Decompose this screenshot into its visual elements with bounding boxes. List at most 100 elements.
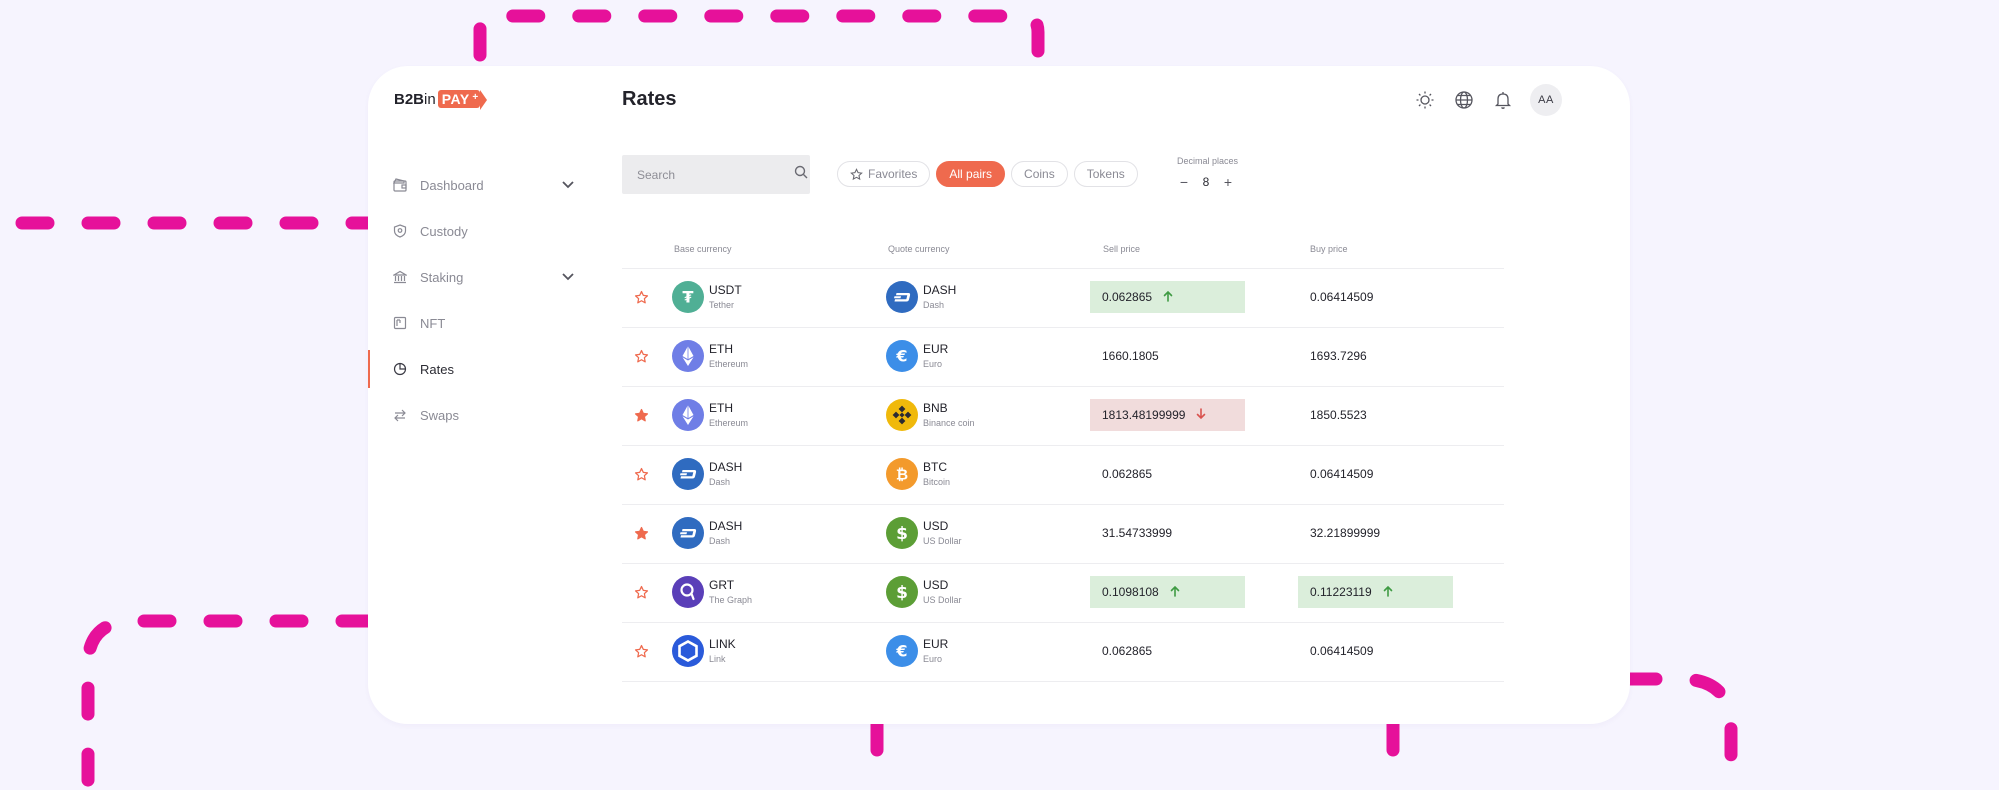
sidebar-item-swaps[interactable]: Swaps xyxy=(392,392,582,438)
star-filled-icon[interactable] xyxy=(634,408,649,423)
quote-currency: $ USD US Dollar xyxy=(886,517,962,549)
chevron-down-icon[interactable] xyxy=(560,269,576,285)
price-value: 0.062865 xyxy=(1102,467,1153,481)
table-row[interactable]: ETH Ethereum BNB Binance coin 1813.48199999 1… xyxy=(622,387,1504,446)
currency-code: BNB xyxy=(923,400,948,415)
sidebar-nav: Dashboard Custody Staking NFT Rates Swap… xyxy=(368,162,582,438)
decimal-places-label: Decimal places xyxy=(1177,156,1239,166)
swap-icon xyxy=(392,407,408,423)
tab-favorites[interactable]: Favorites xyxy=(837,161,931,187)
star-outline-icon[interactable] xyxy=(634,349,649,364)
decrement-button[interactable]: − xyxy=(1177,174,1191,190)
quote-currency: BNB Binance coin xyxy=(886,399,975,431)
column-header-buy: Buy price xyxy=(1310,244,1348,254)
sun-icon[interactable] xyxy=(1414,89,1436,111)
brand-logo[interactable]: B2B in PAY + xyxy=(394,89,487,110)
search-icon[interactable] xyxy=(794,165,808,184)
sell-price: 1660.1805 xyxy=(1090,340,1245,372)
price-value: 1693.7296 xyxy=(1310,349,1367,363)
dash-coin-icon xyxy=(672,458,704,490)
price-value: 1813.48199999 xyxy=(1102,408,1186,422)
price-value: 0.06414509 xyxy=(1310,290,1374,304)
chevron-down-icon[interactable] xyxy=(560,177,576,193)
btc-coin-icon: ₿ xyxy=(886,458,918,490)
currency-name: The Graph xyxy=(709,595,753,606)
decimal-value[interactable]: 8 xyxy=(1191,175,1221,189)
sidebar-item-label: Custody xyxy=(420,223,468,239)
eth-coin-icon xyxy=(672,399,704,431)
tab-coins[interactable]: Coins xyxy=(1011,161,1068,187)
dash-coin-icon xyxy=(886,281,918,313)
wallet-icon xyxy=(392,177,408,193)
image-icon xyxy=(392,315,408,331)
column-header-sell: Sell price xyxy=(1103,244,1141,254)
currency-code: DASH xyxy=(709,518,743,533)
usd-coin-icon: $ xyxy=(886,576,918,608)
currency-code: BTC xyxy=(923,459,947,474)
buy-price: 32.21899999 xyxy=(1298,517,1453,549)
logo-pay-text: PAY xyxy=(441,91,470,107)
sidebar-item-dashboard[interactable]: Dashboard xyxy=(392,162,582,208)
price-value: 0.062865 xyxy=(1102,290,1153,304)
table-row[interactable]: DASH Dash $ USD US Dollar 31.54733999 32.21899… xyxy=(622,505,1504,564)
eur-coin-icon: € xyxy=(886,635,918,667)
buy-price: 1850.5523 xyxy=(1298,399,1453,431)
bnb-coin-icon xyxy=(886,399,918,431)
search-input[interactable] xyxy=(635,166,794,183)
table-row[interactable]: GRT The Graph $ USD US Dollar 0.1098108 0.1122… xyxy=(622,564,1504,623)
currency-code: DASH xyxy=(923,282,957,297)
table-row[interactable]: ₮ USDT Tether DASH Dash 0.062865 0.06414509 xyxy=(622,269,1504,328)
tab-label: Favorites xyxy=(868,167,918,181)
usdt-coin-icon: ₮ xyxy=(672,281,704,313)
price-value: 0.06414509 xyxy=(1310,644,1374,658)
table-row[interactable]: LINK Link € EUR Euro 0.062865 0.06414509 xyxy=(622,623,1504,682)
tab-tokens[interactable]: Tokens xyxy=(1073,161,1138,187)
globe-icon[interactable] xyxy=(1453,89,1475,111)
base-currency: DASH Dash xyxy=(672,517,742,549)
column-header-base: Base currency xyxy=(674,244,732,254)
price-value: 0.062865 xyxy=(1102,644,1153,658)
table-header: Base currency Quote currency Sell price … xyxy=(622,236,1504,269)
avatar[interactable]: AA xyxy=(1530,84,1562,116)
dash-coin-icon xyxy=(672,517,704,549)
increment-button[interactable]: + xyxy=(1221,174,1235,190)
buy-price: 1693.7296 xyxy=(1298,340,1453,372)
sidebar-item-nft[interactable]: NFT xyxy=(392,300,582,346)
logo-plus: + xyxy=(472,92,479,103)
search-box[interactable] xyxy=(622,155,810,194)
currency-name: Bitcoin xyxy=(923,477,951,488)
star-outline-icon[interactable] xyxy=(634,290,649,305)
star-outline-icon[interactable] xyxy=(634,467,649,482)
decimal-stepper: − 8 + xyxy=(1177,174,1238,190)
star-outline-icon[interactable] xyxy=(634,585,649,600)
sidebar-item-rates[interactable]: Rates xyxy=(368,346,582,392)
currency-code: EUR xyxy=(923,636,949,651)
arrow-up-icon xyxy=(1152,290,1174,305)
currency-name: US Dollar xyxy=(923,595,962,606)
base-currency: GRT The Graph xyxy=(672,576,752,608)
sidebar-item-custody[interactable]: Custody xyxy=(392,208,582,254)
price-value: 31.54733999 xyxy=(1102,526,1173,540)
currency-code: USDT xyxy=(709,282,742,297)
star-outline-icon[interactable] xyxy=(634,644,649,659)
usd-coin-icon: $ xyxy=(886,517,918,549)
sidebar-item-staking[interactable]: Staking xyxy=(392,254,582,300)
rates-table: Base currency Quote currency Sell price … xyxy=(622,236,1504,682)
sidebar-item-label: Swaps xyxy=(420,407,460,423)
tab-all-pairs[interactable]: All pairs xyxy=(936,161,1006,187)
star-filled-icon[interactable] xyxy=(634,526,649,541)
currency-name: Dash xyxy=(923,300,945,311)
currency-name: Dash xyxy=(709,536,731,547)
page-title: Rates xyxy=(622,88,677,110)
svg-text:$: $ xyxy=(896,583,908,603)
table-body: ₮ USDT Tether DASH Dash 0.062865 0.06414509 ETH… xyxy=(622,269,1504,682)
table-row[interactable]: DASH Dash ₿ BTC Bitcoin 0.062865 0.06414509 xyxy=(622,446,1504,505)
currency-code: LINK xyxy=(709,636,736,651)
price-value: 0.06414509 xyxy=(1310,467,1374,481)
sell-price: 0.062865 xyxy=(1090,281,1245,313)
table-row[interactable]: ETH Ethereum € EUR Euro 1660.1805 1693.7296 xyxy=(622,328,1504,387)
currency-code: USD xyxy=(923,577,949,592)
bell-icon[interactable] xyxy=(1492,89,1514,111)
logo-b2b: B2B xyxy=(394,90,425,108)
sell-price: 31.54733999 xyxy=(1090,517,1245,549)
